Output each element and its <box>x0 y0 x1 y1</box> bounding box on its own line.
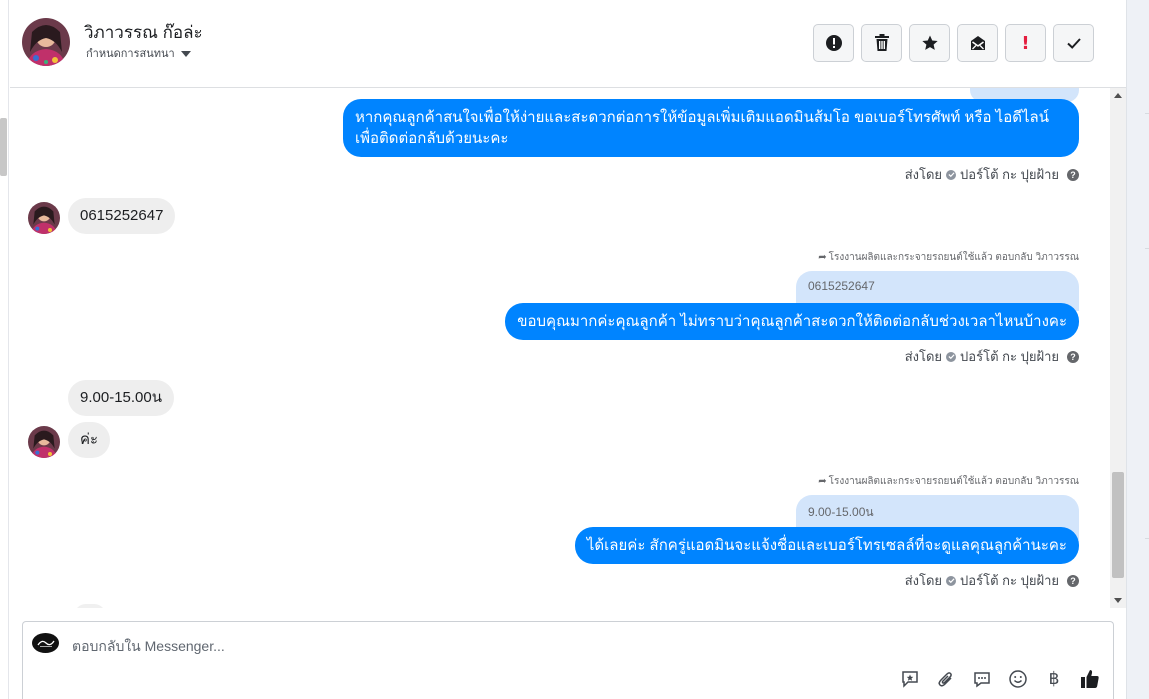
verified-icon <box>946 169 957 180</box>
message-text: ค่ะ <box>80 431 99 448</box>
reply-context: ➦ โรงงานผลิตและกระจายรถยนต์ใช้แล้ว ตอบกล… <box>818 474 1079 489</box>
verified-icon <box>946 575 957 586</box>
thumbs-up-icon <box>1081 670 1099 688</box>
emoji-button[interactable] <box>1007 668 1029 690</box>
important-button[interactable]: ! <box>1005 24 1046 62</box>
conversation-header: วิภาวรรณ ก๊อล่ะ กำหนดการสนทนา ! <box>10 0 1126 88</box>
reply-arrow-icon: ➦ <box>818 476 827 487</box>
sender-name: ปอร์โต้ กะ ปุยฝ้าย <box>960 573 1059 588</box>
star-icon <box>921 35 938 50</box>
attach-button[interactable] <box>935 668 957 690</box>
conversation-settings-dropdown[interactable]: กำหนดการสนทนา <box>86 44 191 62</box>
important-icon: ! <box>1021 32 1030 54</box>
messenger-inbox-app: วิภาวรรณ ก๊อล่ะ กำหนดการสนทนา ! หากคุณลู… <box>0 0 1149 699</box>
sent-by-info: ส่งโดย ปอร์โต้ กะ ปุยฝ้าย ? <box>905 570 1079 591</box>
message-text: ได้เลยค่ะ สักครู่แอดมินจะแจ้งชื่อและเบอร… <box>586 537 1067 554</box>
outgoing-message[interactable]: ขอบคุณมากค่ะคุณลูกค้า ไม่ทราบว่าคุณลูกค้… <box>505 303 1079 340</box>
reply-input[interactable]: ตอบกลับใน Messenger... <box>72 636 225 658</box>
star-button[interactable] <box>909 24 950 62</box>
reply-context-text: โรงงานผลิตและกระจายรถยนต์ใช้แล้ว ตอบกลับ… <box>828 476 1079 487</box>
saved-reply-icon <box>902 671 918 688</box>
payment-button[interactable]: ฿ <box>1043 668 1065 690</box>
contact-avatar[interactable] <box>22 18 70 66</box>
report-icon <box>825 35 842 51</box>
page-logo <box>32 633 59 653</box>
mark-unread-icon <box>970 36 985 50</box>
mark-unread-button[interactable] <box>957 24 998 62</box>
delete-button[interactable] <box>861 24 902 62</box>
contact-avatar-small[interactable] <box>28 426 60 458</box>
like-button[interactable] <box>1079 668 1101 690</box>
info-icon[interactable]: ? <box>1067 350 1079 363</box>
header-actions: ! <box>813 24 1094 62</box>
chat-button[interactable] <box>971 668 993 690</box>
thread-scrollbar[interactable] <box>1110 88 1126 608</box>
scroll-up-icon[interactable] <box>1114 93 1122 98</box>
outgoing-message[interactable]: ได้เลยค่ะ สักครู่แอดมินจะแจ้งชื่อและเบอร… <box>574 527 1079 564</box>
message-text-line: เพื่อติดต่อกลับด้วยนะคะ <box>355 130 509 147</box>
info-icon[interactable]: ? <box>1067 168 1079 181</box>
contact-avatar-small[interactable] <box>28 202 60 234</box>
chevron-down-icon <box>180 50 191 57</box>
scroll-down-icon[interactable] <box>1114 598 1122 603</box>
scroll-thumb[interactable] <box>1112 472 1124 578</box>
reply-context-text: โรงงานผลิตและกระจายรถยนต์ใช้แล้ว ตอบกลับ… <box>828 252 1079 263</box>
quoted-text: 0615252647 <box>808 279 875 293</box>
quoted-text: 9.00-15.00น <box>808 505 874 519</box>
sent-by-label: ส่งโดย <box>904 349 943 364</box>
sender-name: ปอร์โต้ กะ ปุยฝ้าย <box>960 167 1059 182</box>
sender-name: ปอร์โต้ กะ ปุยฝ้าย <box>960 349 1059 364</box>
trash-icon <box>874 34 889 51</box>
message-text: ขอบคุณมากค่ะคุณลูกค้า ไม่ทราบว่าคุณลูกค้… <box>517 313 1067 330</box>
incoming-message[interactable]: 9.00-15.00น <box>68 380 174 416</box>
sent-by-label: ส่งโดย <box>904 573 943 588</box>
sent-by-label: ส่งโดย <box>904 167 943 182</box>
message-text: 0615252647 <box>80 207 164 224</box>
reply-arrow-icon: ➦ <box>818 252 827 263</box>
incoming-message[interactable]: 0615252647 <box>68 198 176 234</box>
info-icon[interactable]: ? <box>1067 574 1079 587</box>
contact-name[interactable]: วิภาวรรณ ก๊อล่ะ <box>84 19 203 46</box>
emoji-icon <box>1009 670 1027 688</box>
sent-by-info: ส่งโดย ปอร์โต้ กะ ปุยฝ้าย ? <box>905 346 1079 367</box>
message-text-line: หากคุณลูกค้าสนใจเพื่อให้ง่ายและสะดวกต่อก… <box>355 109 1049 126</box>
attachment-icon <box>938 672 952 687</box>
message-text: 9.00-15.00น <box>80 389 162 406</box>
message-thread[interactable]: หากคุณลูกค้าสนใจเพื่อให้ง่ายและสะดวกต่อก… <box>10 88 1110 608</box>
composer-toolbar: ฿ <box>899 668 1101 690</box>
left-scroll-grip[interactable] <box>0 118 7 176</box>
right-panel-edge <box>1126 0 1149 699</box>
outgoing-message[interactable]: หากคุณลูกค้าสนใจเพื่อให้ง่ายและสะดวกต่อก… <box>343 99 1079 157</box>
partial-avatar <box>74 604 106 608</box>
saved-reply-button[interactable] <box>899 668 921 690</box>
reply-context: ➦ โรงงานผลิตและกระจายรถยนต์ใช้แล้ว ตอบกล… <box>818 250 1079 265</box>
incoming-message[interactable]: ค่ะ <box>68 422 111 458</box>
mark-done-button[interactable] <box>1053 24 1094 62</box>
chat-icon <box>974 672 990 688</box>
baht-icon: ฿ <box>1048 669 1060 689</box>
sent-by-info: ส่งโดย ปอร์โต้ กะ ปุยฝ้าย ? <box>905 164 1079 185</box>
verified-icon <box>946 351 957 362</box>
report-button[interactable] <box>813 24 854 62</box>
conversation-settings-label: กำหนดการสนทนา <box>86 48 175 60</box>
left-panel-edge <box>0 0 9 699</box>
reply-composer[interactable]: ตอบกลับใน Messenger... ฿ <box>22 621 1114 699</box>
done-check-icon <box>1066 38 1081 49</box>
